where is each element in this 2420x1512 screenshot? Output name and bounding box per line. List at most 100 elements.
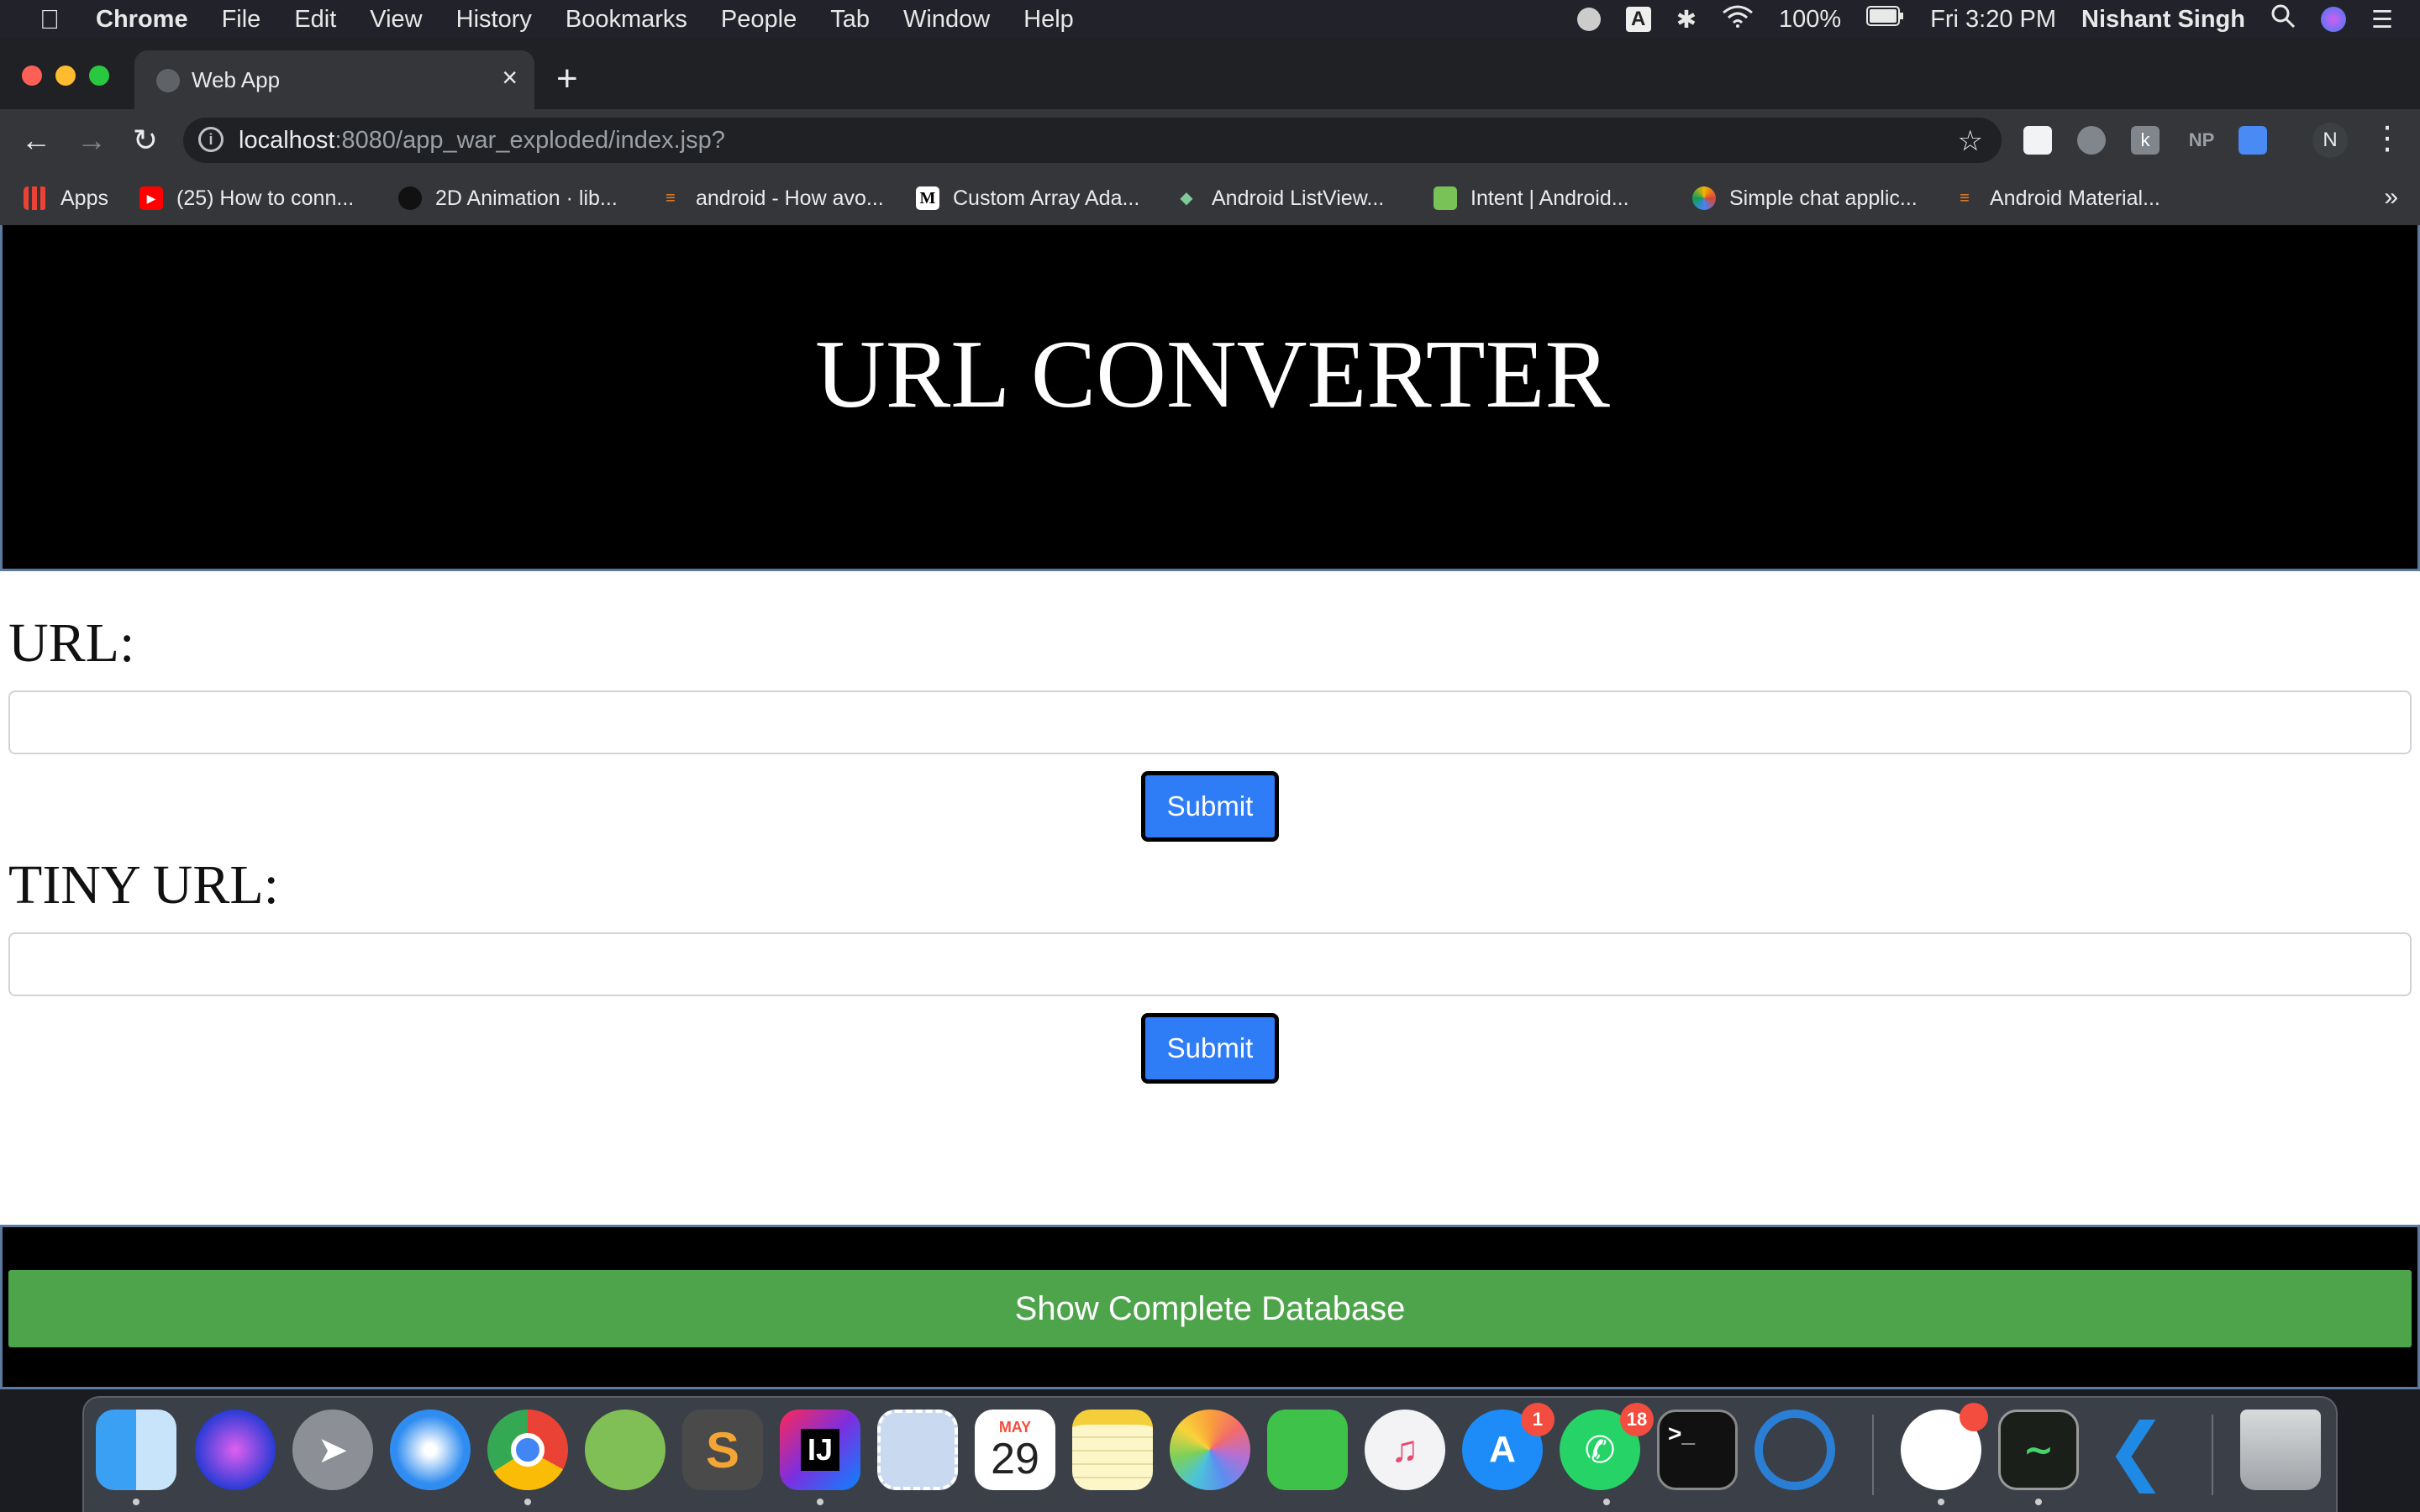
menu-help[interactable]: Help: [1023, 6, 1074, 34]
notification-center-icon[interactable]: ☰: [2371, 5, 2393, 34]
slack-badge: [1960, 1403, 1988, 1431]
tiny-url-input[interactable]: [8, 932, 2412, 996]
safari-compass-icon[interactable]: [390, 1410, 471, 1490]
menu-view[interactable]: View: [370, 6, 422, 34]
finder-running-dot: [133, 1499, 139, 1505]
finder-icon[interactable]: [96, 1410, 176, 1490]
bookmark-medium[interactable]: M Custom Array Ada...: [916, 171, 1139, 225]
terminal-icon[interactable]: >_: [1657, 1410, 1738, 1490]
url-input[interactable]: [8, 690, 2412, 754]
launchpad-rocket-icon[interactable]: ➤: [292, 1410, 373, 1490]
close-tab-icon[interactable]: ×: [502, 62, 518, 93]
chrome-icon[interactable]: [487, 1410, 568, 1490]
menu-app-name[interactable]: Chrome: [96, 6, 188, 34]
menu-people[interactable]: People: [721, 6, 797, 34]
tab-web-app[interactable]: Web App ×: [134, 50, 534, 109]
profile-avatar[interactable]: N: [2312, 123, 2348, 158]
macos-menubar:  Chrome File Edit View History Bookmark…: [0, 0, 2420, 39]
new-tab-plus-icon[interactable]: +: [556, 60, 578, 97]
tab-title: Web App: [192, 67, 281, 92]
tiny-url-submit-button[interactable]: Submit: [1141, 1013, 1279, 1084]
maximize-window-icon[interactable]: [89, 66, 109, 86]
url-label: URL:: [8, 612, 135, 674]
menu-edit[interactable]: Edit: [294, 6, 336, 34]
close-window-icon[interactable]: [22, 66, 42, 86]
stackoverflow-icon: ≡: [666, 189, 676, 207]
apple-menu-icon[interactable]: : [32, 4, 67, 35]
trash-icon[interactable]: [2240, 1410, 2321, 1490]
whatsapp-running-dot: [1603, 1499, 1610, 1505]
layers-icon: ◆: [1180, 189, 1193, 207]
menu-file[interactable]: File: [222, 6, 261, 34]
siri-icon[interactable]: [2321, 7, 2346, 32]
facetime-icon[interactable]: [1267, 1410, 1348, 1490]
url-submit-button[interactable]: Submit: [1141, 771, 1279, 842]
notification-bubble-icon[interactable]: [1576, 8, 1601, 31]
input-source-icon[interactable]: A: [1625, 7, 1651, 32]
sourcetree-icon[interactable]: [1754, 1410, 1835, 1490]
activity-monitor-icon[interactable]: ∼: [1998, 1410, 2079, 1490]
android-icon: [1434, 186, 1457, 210]
extension-document-icon[interactable]: [2238, 126, 2267, 155]
header-banner: URL CONVERTER: [0, 225, 2420, 571]
show-database-button[interactable]: Show Complete Database: [8, 1270, 2412, 1347]
address-bar[interactable]: i localhost:8080/app_war_exploded/index.…: [183, 118, 2002, 163]
intellij-idea-icon[interactable]: IJ: [780, 1410, 860, 1490]
music-icon[interactable]: ♫: [1365, 1410, 1445, 1490]
globe-favicon-icon: [156, 69, 180, 92]
mail-stamp-icon[interactable]: [877, 1410, 958, 1490]
calendar-icon[interactable]: MAY 29: [975, 1410, 1055, 1490]
menubar-user[interactable]: Nishant Singh: [2081, 6, 2245, 34]
extension-colorful-icon[interactable]: [2023, 126, 2052, 155]
vscode-icon[interactable]: ❮: [2096, 1409, 2176, 1492]
notes-icon[interactable]: [1072, 1410, 1153, 1490]
photos-icon[interactable]: [1170, 1410, 1250, 1490]
bookmark-listview[interactable]: ◆ Android ListView...: [1175, 171, 1384, 225]
bookmark-star-icon[interactable]: ☆: [1958, 124, 1983, 158]
battery-icon[interactable]: [1866, 5, 1905, 34]
android-studio-icon[interactable]: [585, 1410, 666, 1490]
bluetooth-icon[interactable]: ✱: [1676, 5, 1697, 34]
medium-icon: M: [916, 186, 939, 210]
bookmarks-overflow-icon[interactable]: »: [2384, 183, 2398, 212]
menu-window[interactable]: Window: [903, 6, 990, 34]
bookmark-chat-app[interactable]: Simple chat applic...: [1692, 171, 1918, 225]
site-info-icon[interactable]: i: [198, 127, 224, 152]
bookmark-github[interactable]: 2D Animation · lib...: [398, 171, 618, 225]
extension-chat-bubble-icon[interactable]: [2077, 126, 2106, 155]
chrome-menu-icon[interactable]: ⋮: [2371, 118, 2403, 160]
back-arrow-icon[interactable]: ←: [15, 119, 57, 161]
bookmark-stackoverflow-1[interactable]: ≡ android - How avo...: [659, 171, 884, 225]
apps-grid-icon: [24, 186, 47, 210]
menubar-clock[interactable]: Fri 3:20 PM: [1930, 6, 2056, 34]
bookmark-apps[interactable]: Apps: [24, 171, 108, 225]
bookmark-intent[interactable]: Intent | Android...: [1434, 171, 1629, 225]
calendar-month: MAY: [998, 1418, 1032, 1436]
menu-history[interactable]: History: [456, 6, 532, 34]
extension-np-icon[interactable]: NP: [2183, 126, 2220, 155]
siri-icon[interactable]: [195, 1410, 276, 1490]
sublime-text-icon[interactable]: S: [682, 1410, 763, 1490]
whatsapp-badge: 18: [1620, 1403, 1654, 1436]
web-page: URL CONVERTER URL: Submit TINY URL: Subm…: [0, 225, 2420, 1389]
intellij-ij-icon: IJ: [800, 1429, 840, 1471]
dock-separator-trash: [2212, 1415, 2213, 1495]
extension-k-icon[interactable]: k: [2131, 126, 2160, 155]
forward-arrow-icon[interactable]: →: [71, 119, 113, 161]
minimize-window-icon[interactable]: [55, 66, 76, 86]
wifi-icon[interactable]: [1722, 4, 1754, 34]
page-title: URL CONVERTER: [815, 321, 1610, 428]
spotlight-search-icon[interactable]: [2270, 3, 2296, 35]
menu-bookmarks[interactable]: Bookmarks: [566, 6, 687, 34]
dock-separator: [1872, 1415, 1874, 1495]
bookmark-stackoverflow-2[interactable]: ≡ Android Material...: [1953, 171, 2160, 225]
url-path: :8080/app_war_exploded/index.jsp?: [334, 127, 725, 154]
slack-running-dot: [1938, 1499, 1944, 1505]
reload-icon[interactable]: ↻: [124, 119, 166, 161]
bookmarks-bar: Apps ▶ (25) How to conn... 2D Animation …: [0, 171, 2420, 225]
battery-percent[interactable]: 100%: [1779, 6, 1841, 34]
tiny-url-label: TINY URL:: [8, 854, 280, 916]
bookmark-youtube[interactable]: ▶ (25) How to conn...: [139, 171, 354, 225]
menu-tab[interactable]: Tab: [830, 6, 870, 34]
github-icon: [398, 186, 422, 210]
